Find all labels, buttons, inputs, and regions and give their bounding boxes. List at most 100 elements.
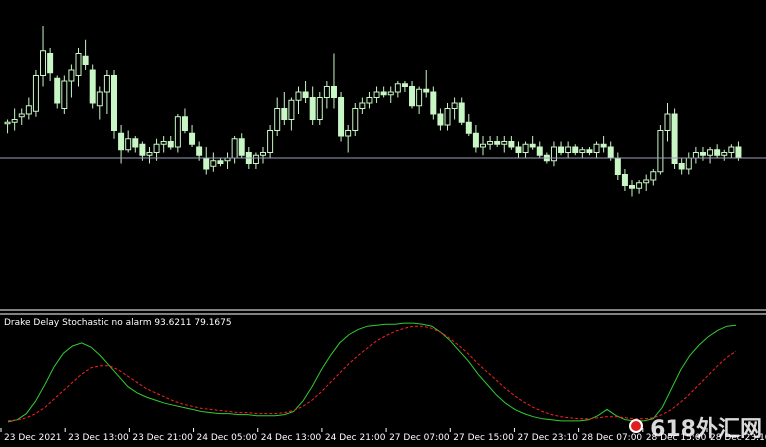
candle-body [25, 105, 32, 115]
candle-body [302, 91, 309, 98]
trading-chart[interactable]: 23 Dec 2021 23 Dec 13:00 23 Dec 21:00 24 De… [0, 0, 766, 447]
candle-body [664, 113, 671, 131]
candle-body [657, 130, 664, 173]
candle-body [565, 146, 572, 153]
candle-body [373, 91, 380, 98]
candle-body [458, 102, 465, 123]
time-axis-label: 27 Dec 15:00 [453, 433, 514, 443]
candle-body [160, 141, 167, 145]
candle-body [699, 152, 706, 156]
price-candles [4, 26, 742, 197]
time-axis-label: 28 Dec 07:00 [582, 433, 643, 443]
time-axis-label: 24 Dec 21:00 [325, 433, 386, 443]
candle-body [437, 113, 444, 126]
candle-body [572, 146, 579, 153]
candle-body [316, 97, 323, 120]
candle-body [260, 152, 267, 156]
candle-body [32, 75, 39, 112]
candle-body [707, 149, 714, 156]
candle-body [629, 185, 636, 189]
candle-body [40, 50, 47, 76]
time-axis-label: 24 Dec 05:00 [197, 433, 258, 443]
candle-body [352, 108, 359, 131]
candle-body [636, 182, 643, 189]
candle-body [210, 160, 217, 167]
candle-body [174, 116, 181, 148]
candle-body [252, 154, 259, 164]
candle-body [423, 88, 430, 93]
candle-body [146, 152, 153, 156]
candle-body [139, 143, 146, 156]
candle-body [75, 53, 82, 76]
candle-body [380, 91, 387, 96]
candle-body [387, 91, 394, 96]
candle-body [281, 108, 288, 120]
candle-body [196, 146, 203, 156]
candle-body [401, 83, 408, 87]
watermark-logo-icon [629, 419, 643, 433]
stochastic-main-line [7, 322, 737, 423]
candle-body [579, 149, 586, 153]
candle-body [118, 132, 125, 151]
candle-body [671, 113, 678, 164]
candle-body [643, 179, 650, 184]
candle-body [409, 86, 416, 107]
candle-body [685, 157, 692, 170]
candle-body [125, 138, 132, 151]
candle-body [600, 143, 607, 148]
candle-body [487, 141, 494, 145]
candle-body [68, 69, 75, 82]
candle-body [61, 80, 68, 109]
candle-body [274, 108, 281, 131]
candle-body [54, 77, 61, 104]
candle-body [607, 146, 614, 159]
candle-body [451, 102, 458, 109]
candle-body [522, 143, 529, 153]
candle-body [444, 108, 451, 126]
candle-body [394, 83, 401, 93]
candle-body [728, 146, 735, 153]
indicator-label: Drake Delay Stochastic no alarm 93.6211 … [4, 318, 232, 328]
candle-body [103, 75, 110, 93]
candle-body [508, 141, 515, 148]
time-axis-label: 23 Dec 2021 [4, 433, 62, 443]
candle-body [167, 141, 174, 148]
time-axis-label: 24 Dec 13:00 [261, 433, 322, 443]
stochastic-pane [7, 322, 737, 423]
watermark: 618外汇网 [650, 417, 762, 442]
candle-body [132, 138, 139, 148]
candle-body [231, 138, 238, 159]
candle-body [550, 146, 557, 162]
candle-body [295, 91, 302, 101]
candle-body [47, 53, 54, 74]
candle-body [4, 121, 11, 125]
candle-body [366, 97, 373, 104]
candle-body [323, 86, 330, 98]
candle-body [621, 174, 628, 186]
candle-body [721, 152, 728, 156]
candle-body [238, 138, 245, 156]
candle-body [203, 157, 210, 170]
candle-body [692, 152, 699, 159]
candle-body [465, 121, 472, 134]
candle-body [501, 141, 508, 145]
time-axis-label: 27 Dec 07:00 [389, 433, 450, 443]
candle-body [153, 143, 160, 153]
candle-body [309, 97, 316, 120]
candle-body [338, 97, 345, 137]
candle-body [217, 160, 224, 164]
candle-body [614, 157, 621, 175]
candle-body [330, 86, 337, 98]
stochastic-signal-line [7, 325, 737, 422]
candle-body [586, 149, 593, 153]
candle-body [735, 146, 742, 159]
candle-body [430, 91, 437, 115]
candle-body [345, 130, 352, 137]
candle-body [359, 102, 366, 109]
candle-body [11, 119, 18, 123]
candle-body [96, 91, 103, 107]
candle-body [494, 141, 501, 145]
candle-body [714, 149, 721, 156]
candle-body [416, 88, 423, 107]
candle-body [110, 75, 117, 131]
